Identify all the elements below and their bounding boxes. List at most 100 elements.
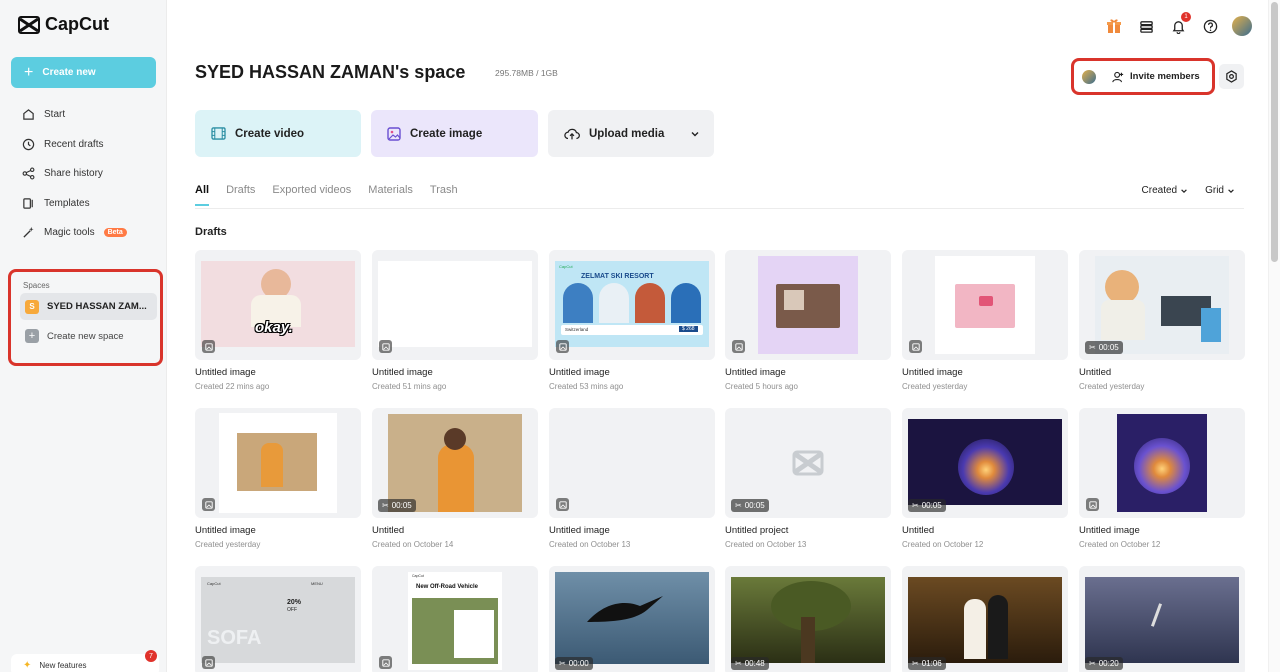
sort-order-dropdown[interactable]: Created <box>1142 185 1189 196</box>
draft-title[interactable]: Untitled <box>372 525 538 536</box>
image-icon <box>558 342 567 351</box>
draft-title[interactable]: Untitled <box>902 525 1068 536</box>
draft-thumbnail[interactable] <box>372 250 538 360</box>
draft-card[interactable]: ✂ 00:48 <box>725 566 891 672</box>
tab-all[interactable]: All <box>195 184 210 206</box>
draft-card[interactable]: Untitled image Created on October 12 <box>1079 408 1245 549</box>
draft-thumbnail[interactable] <box>1079 408 1245 518</box>
draft-thumbnail[interactable]: ✂ 00:05 <box>1079 250 1245 360</box>
templates-icon <box>23 198 33 209</box>
draft-card[interactable]: CapCut ZELMAT SKI RESORT Switzerland $ 2… <box>549 250 715 391</box>
create-video-button[interactable]: Create video <box>195 110 361 157</box>
draft-card[interactable]: ✂ 00:05 Untitled project Created on October… <box>725 408 891 549</box>
space-settings-button[interactable] <box>1219 64 1244 89</box>
draft-title[interactable]: Untitled image <box>1079 525 1245 536</box>
tab-exported-videos[interactable]: Exported videos <box>272 184 351 196</box>
tab-drafts[interactable]: Drafts <box>226 184 255 196</box>
scissors-icon: ✂ <box>912 659 919 668</box>
draft-title[interactable]: Untitled image <box>725 367 891 378</box>
draft-thumbnail[interactable]: ✂ 00:05 <box>372 408 538 518</box>
draft-thumbnail[interactable]: ✂ 00:48 <box>725 566 891 672</box>
draft-thumbnail[interactable]: ✂ 01:06 <box>902 566 1068 672</box>
duration-text: 00:05 <box>744 501 765 510</box>
image-icon <box>204 342 213 351</box>
draft-card[interactable]: Untitled image Created yesterday <box>195 408 361 549</box>
sidebar-item-start[interactable]: Start <box>16 100 156 130</box>
draft-card[interactable]: ✂ 00:05 Untitled Created on October 14 <box>372 408 538 549</box>
create-new-button[interactable]: + Create new <box>11 57 156 88</box>
draft-thumbnail[interactable]: CapCut New Off-Road Vehicle <box>372 566 538 672</box>
draft-card[interactable]: ✂ 00:05 Untitled Created on October 12 <box>902 408 1068 549</box>
draft-created-time: Created 51 mins ago <box>372 382 447 391</box>
invite-members-label: Invite members <box>1130 71 1200 82</box>
image-icon <box>734 342 743 351</box>
draft-thumbnail[interactable] <box>902 250 1068 360</box>
gift-button[interactable] <box>1104 16 1124 36</box>
draft-card[interactable]: okay. Untitled image Created 22 mins ago <box>195 250 361 391</box>
new-features-button[interactable]: ✦ New features 7 <box>11 650 159 672</box>
tab-trash[interactable]: Trash <box>430 184 458 196</box>
image-icon <box>381 342 390 351</box>
sidebar-item-share-history[interactable]: Share history <box>16 159 156 189</box>
draft-thumbnail[interactable]: ✂ 00:05 <box>725 408 891 518</box>
image-icon <box>1088 500 1097 509</box>
draft-card[interactable]: CapCut New Off-Road Vehicle <box>372 566 538 672</box>
create-new-space-button[interactable]: + Create new space <box>25 329 124 343</box>
draft-title[interactable]: Untitled project <box>725 525 891 536</box>
draft-card[interactable]: Untitled image Created 51 mins ago <box>372 250 538 391</box>
scrollbar[interactable] <box>1268 0 1280 672</box>
draft-title[interactable]: Untitled image <box>549 367 715 378</box>
draft-title[interactable]: Untitled image <box>549 525 715 536</box>
draft-thumbnail[interactable]: ✂ 00:20 <box>1079 566 1245 672</box>
duration-badge: ✂ 00:48 <box>731 657 769 670</box>
sidebar-item-magic-tools[interactable]: Magic tools Beta <box>16 218 156 248</box>
view-mode-dropdown[interactable]: Grid <box>1205 185 1235 196</box>
duration-badge: ✂ 00:05 <box>731 499 769 512</box>
scissors-icon: ✂ <box>912 501 919 510</box>
scrollbar-thumb[interactable] <box>1271 2 1278 262</box>
draft-card[interactable]: ✂ 00:20 <box>1079 566 1245 672</box>
duration-badge: ✂ 00:20 <box>1085 657 1123 670</box>
upload-media-button[interactable]: Upload media <box>548 110 714 157</box>
draft-card[interactable]: Untitled image Created 5 hours ago <box>725 250 891 391</box>
draft-card[interactable]: ✂ 00:05 Untitled Created yesterday <box>1079 250 1245 391</box>
draft-title[interactable]: Untitled image <box>195 367 361 378</box>
draft-title[interactable]: Untitled image <box>195 525 361 536</box>
sofa-percent: 20% <box>287 599 302 606</box>
scissors-icon: ✂ <box>735 659 742 668</box>
draft-thumbnail[interactable]: CapCut ZELMAT SKI RESORT Switzerland $ 2… <box>549 250 715 360</box>
draft-thumbnail[interactable] <box>725 250 891 360</box>
create-image-button[interactable]: Create image <box>371 110 538 157</box>
notifications-button[interactable]: 1 <box>1168 12 1191 36</box>
draft-title[interactable]: Untitled image <box>902 367 1068 378</box>
member-avatar[interactable] <box>1082 69 1096 84</box>
draft-card[interactable]: Untitled image Created on October 13 <box>549 408 715 549</box>
draft-card[interactable]: CapCut MENU 20% OFF SOFA <box>195 566 361 672</box>
invite-members-button[interactable]: Invite members <box>1112 71 1200 83</box>
image-icon <box>387 126 401 141</box>
draft-thumbnail[interactable] <box>195 408 361 518</box>
sidebar-item-recent-drafts[interactable]: Recent drafts <box>16 130 156 160</box>
draft-thumbnail[interactable]: ✂ 00:00 <box>549 566 715 672</box>
draft-card[interactable]: ✂ 00:00 <box>549 566 715 672</box>
film-icon <box>211 127 226 140</box>
storage-button[interactable] <box>1136 16 1156 36</box>
draft-thumbnail[interactable]: CapCut MENU 20% OFF SOFA <box>195 566 361 672</box>
tab-materials[interactable]: Materials <box>368 184 413 196</box>
space-item-syed[interactable]: S SYED HASSAN ZAM... <box>20 293 157 320</box>
draft-card[interactable]: Untitled image Created yesterday <box>902 250 1068 391</box>
draft-thumbnail[interactable] <box>549 408 715 518</box>
draft-title[interactable]: Untitled image <box>372 367 538 378</box>
user-avatar-button[interactable] <box>1232 16 1252 36</box>
draft-thumbnail[interactable]: okay. <box>195 250 361 360</box>
draft-created-time: Created 22 mins ago <box>195 382 270 391</box>
chevron-down-icon[interactable] <box>690 129 700 139</box>
help-button[interactable] <box>1200 16 1220 36</box>
capcut-logo[interactable]: CapCut <box>18 14 109 35</box>
new-features-label: New features <box>39 660 87 670</box>
draft-title[interactable]: Untitled <box>1079 367 1245 378</box>
draft-card[interactable]: ✂ 01:06 <box>902 566 1068 672</box>
sidebar-item-templates[interactable]: Templates <box>16 189 156 219</box>
top-bar-icons: 1 <box>1104 12 1252 36</box>
draft-thumbnail[interactable]: ✂ 00:05 <box>902 408 1068 518</box>
